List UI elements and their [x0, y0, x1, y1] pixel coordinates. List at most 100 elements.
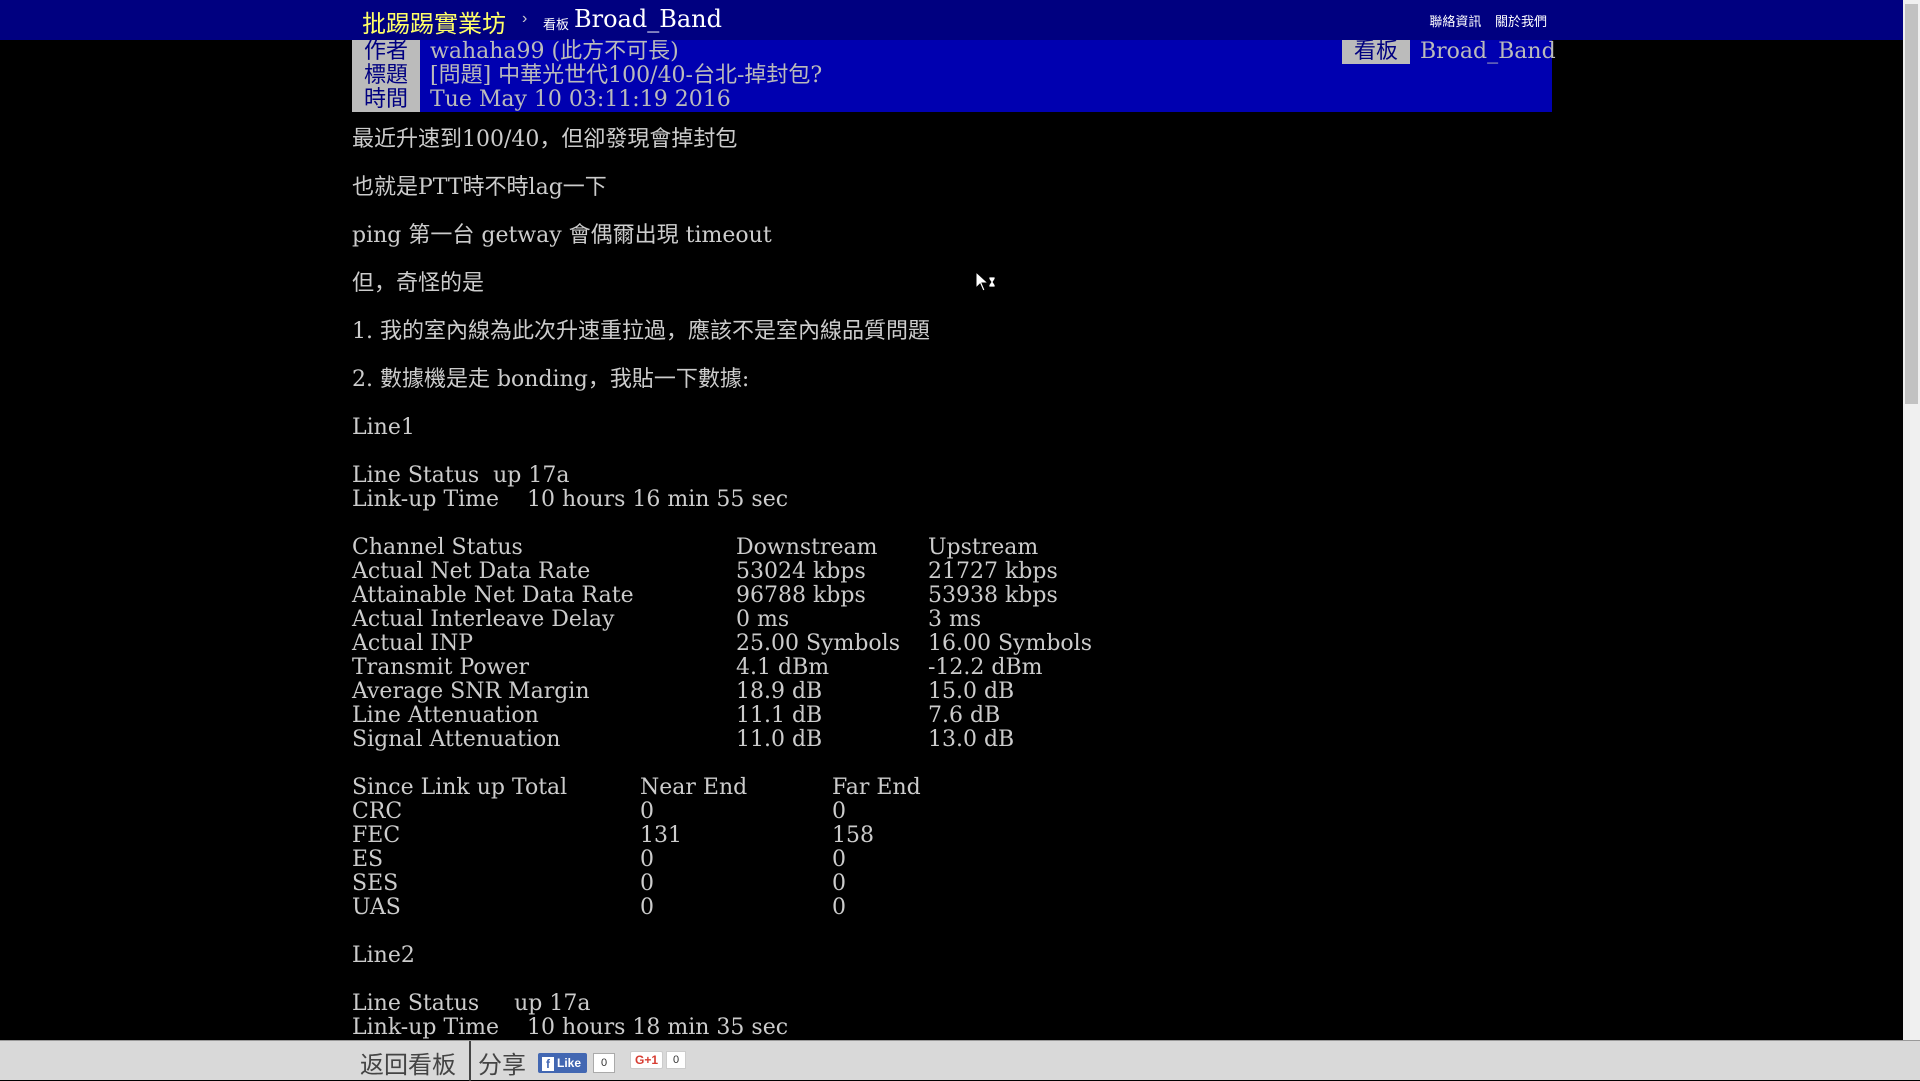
table-cell: 15.0 dB — [928, 679, 1015, 704]
table-cell: Attainable Net Data Rate — [352, 583, 634, 608]
scrollbar-thumb[interactable] — [1905, 4, 1918, 404]
table-row: Attainable Net Data Rate 96788 kbps 53938 … — [352, 584, 1120, 608]
table-cell: 11.0 dB — [736, 727, 823, 752]
table-cell: CRC — [352, 799, 403, 824]
table-header-cell: Since Link up Total — [352, 775, 568, 800]
facebook-icon: f — [542, 1056, 554, 1071]
line1-status: Line Status up 17a — [352, 463, 570, 488]
table-cell: 0 — [832, 871, 846, 896]
table-cell: Transmit Power — [352, 655, 530, 680]
vertical-scrollbar[interactable] — [1903, 0, 1920, 1040]
table-header-cell: Upstream — [928, 535, 1039, 560]
table-row: ES 0 0 — [352, 848, 1024, 872]
channel-status-table: Channel Status Downstream Upstream Actua… — [352, 536, 1120, 752]
table-row: CRC 0 0 — [352, 800, 1024, 824]
table-row: Signal Attenuation 11.0 dB 13.0 dB — [352, 728, 1120, 752]
facebook-like-button[interactable]: f Like — [538, 1053, 588, 1073]
author-value: wahaha99 (此方不可長) — [430, 39, 679, 64]
table-header-cell: Far End — [832, 775, 921, 800]
line2-status-block: Line Status up 17a Link-up Time 10 hours … — [352, 992, 1552, 1040]
table-row: Average SNR Margin 18.9 dB 15.0 dB — [352, 680, 1120, 704]
title-tag: 標題 — [352, 64, 420, 88]
about-link[interactable]: 關於我們 — [1495, 14, 1547, 29]
bar-divider — [469, 1041, 471, 1081]
table-cell: 131 — [640, 823, 682, 848]
table-row: Actual Net Data Rate 53024 kbps 21727 kbps — [352, 560, 1120, 584]
line2-linkup: Link-up Time 10 hours 18 min 35 sec — [352, 1015, 789, 1040]
table-cell: Signal Attenuation — [352, 727, 561, 752]
table-row: Line Attenuation 11.1 dB 7.6 dB — [352, 704, 1120, 728]
line1-label: Line1 — [352, 415, 415, 440]
table-cell: 13.0 dB — [928, 727, 1015, 752]
body-paragraph: 2. 數據機是走 bonding，我貼一下數據: — [352, 367, 750, 392]
body-paragraph: ping 第一台 getway 會偶爾出現 timeout — [352, 223, 772, 248]
table-cell: 0 — [640, 847, 654, 872]
google-plus-button[interactable]: G+1 — [630, 1051, 664, 1069]
table-cell: 158 — [832, 823, 874, 848]
table-row: UAS 0 0 — [352, 896, 1024, 920]
time-value: Tue May 10 03:11:19 2016 — [430, 87, 731, 112]
table-header-cell: Downstream — [736, 535, 878, 560]
since-link-up-table: Since Link up Total Near End Far End CRC… — [352, 776, 1024, 920]
table-cell: 96788 kbps — [736, 583, 866, 608]
line1-linkup: Link-up Time 10 hours 16 min 55 sec — [352, 487, 789, 512]
table-cell: 0 — [640, 871, 654, 896]
table-cell: 0 — [832, 847, 846, 872]
table-row: Actual INP 25.00 Symbols 16.00 Symbols — [352, 632, 1120, 656]
contact-link[interactable]: 聯絡資訊 — [1429, 14, 1481, 29]
share-label: 分享 — [478, 1051, 526, 1079]
table-header-row: Channel Status Downstream Upstream — [352, 536, 1120, 560]
table-cell: 0 — [832, 799, 846, 824]
breadcrumb-separator: › — [522, 10, 528, 27]
table-header-row: Since Link up Total Near End Far End — [352, 776, 1024, 800]
site-home-link[interactable]: 批踢踢實業坊 — [362, 4, 506, 39]
line2-label: Line2 — [352, 943, 415, 968]
facebook-like-label: Like — [557, 1056, 582, 1070]
board-meta-tag: 看板 — [1342, 40, 1410, 64]
table-cell: 3 ms — [928, 607, 982, 632]
table-row: Transmit Power 4.1 dBm -12.2 dBm — [352, 656, 1120, 680]
board-tag-label: 看板 — [543, 17, 570, 32]
top-nav-bar: 批踢踢實業坊 › 看板 Broad_Band 聯絡資訊 關於我們 — [0, 0, 1920, 40]
table-cell: 0 ms — [736, 607, 790, 632]
table-cell: ES — [352, 847, 384, 872]
table-cell: 11.1 dB — [736, 703, 823, 728]
board-meta-value: Broad_Band — [1420, 39, 1556, 64]
board-link[interactable]: Broad_Band — [574, 5, 722, 33]
table-row: SES 0 0 — [352, 872, 1024, 896]
table-row: Actual Interleave Delay 0 ms 3 ms — [352, 608, 1120, 632]
table-cell: 53938 kbps — [928, 583, 1058, 608]
time-tag: 時間 — [352, 88, 420, 112]
table-row: FEC 131 158 — [352, 824, 1024, 848]
mouse-cursor-icon — [975, 271, 996, 292]
article-body: 最近升速到100/40，但卻發現會掉封包 也就是PTT時不時lag一下 ping… — [352, 128, 1552, 1064]
article-header: 作者 wahaha99 (此方不可長) 標題 [問題] 中華光世代100/40-… — [352, 39, 1556, 112]
body-paragraph: 最近升速到100/40，但卻發現會掉封包 — [352, 127, 738, 152]
body-paragraph: 但，奇怪的是 — [352, 271, 485, 296]
table-cell: 0 — [640, 799, 654, 824]
table-cell: -12.2 dBm — [928, 655, 1043, 680]
table-cell: 21727 kbps — [928, 559, 1058, 584]
title-value: [問題] 中華光世代100/40-台北-掉封包? — [430, 63, 823, 88]
facebook-like-count: 0 — [593, 1053, 615, 1073]
topbar-links: 聯絡資訊 關於我們 — [1419, 11, 1547, 30]
table-cell: SES — [352, 871, 399, 896]
table-cell: Actual Net Data Rate — [352, 559, 591, 584]
table-cell: 18.9 dB — [736, 679, 823, 704]
table-cell: 53024 kbps — [736, 559, 866, 584]
table-cell: UAS — [352, 895, 401, 920]
table-cell: 0 — [832, 895, 846, 920]
bottom-bar: 返回看板 分享 f Like 0 G+1 0 — [0, 1040, 1920, 1081]
body-paragraph: 也就是PTT時不時lag一下 — [352, 175, 607, 200]
table-header-cell: Channel Status — [352, 535, 523, 560]
table-cell: 4.1 dBm — [736, 655, 830, 680]
back-to-board-button[interactable]: 返回看板 — [360, 1045, 456, 1080]
line1-status-block: Line Status up 17a Link-up Time 10 hours … — [352, 464, 1552, 512]
table-cell: 0 — [640, 895, 654, 920]
author-tag: 作者 — [352, 40, 420, 64]
table-cell: Actual INP — [352, 631, 474, 656]
table-cell: 25.00 Symbols — [736, 631, 900, 656]
table-cell: Line Attenuation — [352, 703, 539, 728]
google-plus-count: 0 — [666, 1051, 686, 1069]
line2-status: Line Status up 17a — [352, 991, 591, 1016]
